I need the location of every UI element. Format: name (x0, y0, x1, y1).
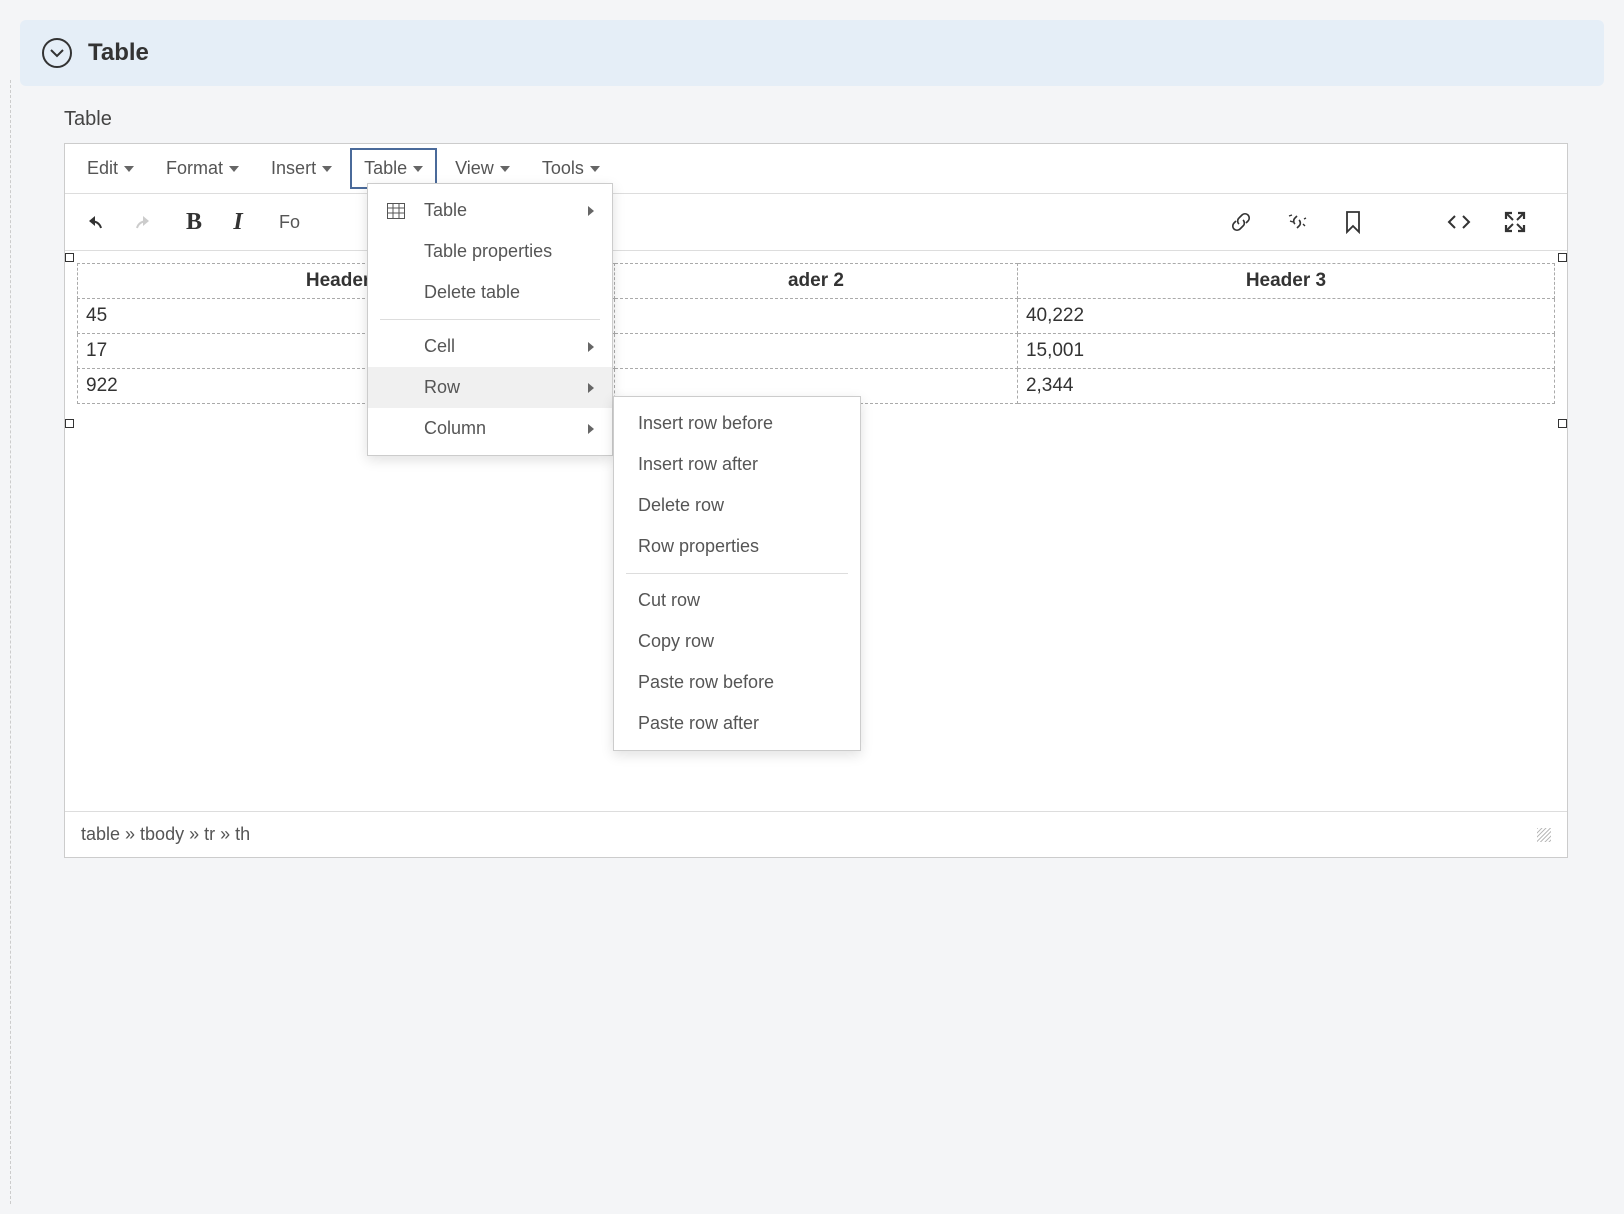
menubar-item-label: Tools (542, 158, 584, 179)
menubar-item-insert[interactable]: Insert (257, 148, 346, 189)
menu-item-label: Insert row after (638, 454, 758, 475)
menubar-item-label: Insert (271, 158, 316, 179)
element-path[interactable]: table » tbody » tr » th (81, 824, 250, 845)
menu-item-label: Paste row before (638, 672, 774, 693)
menu-item-delete-table[interactable]: Delete table (368, 272, 612, 313)
menu-item-paste-row-after[interactable]: Paste row after (614, 703, 860, 744)
menubar-item-label: Format (166, 158, 223, 179)
formats-dropdown[interactable]: Fo (273, 212, 306, 233)
menu-item-table-properties[interactable]: Table properties (368, 231, 612, 272)
table-header-cell[interactable]: Header 3 (1017, 264, 1554, 299)
menu-item-label: Row properties (638, 536, 759, 557)
rich-text-editor: Edit Format Insert Table View Tools (64, 143, 1568, 858)
redo-icon (131, 214, 151, 230)
menu-item-cut-row[interactable]: Cut row (614, 580, 860, 621)
table-row[interactable]: 45 40,222 (78, 299, 1555, 334)
bookmark-icon (1343, 210, 1363, 234)
panel-title: Table (88, 39, 149, 67)
caret-down-icon (322, 166, 332, 172)
resize-grip[interactable] (1537, 828, 1551, 842)
menu-item-insert-row-before[interactable]: Insert row before (614, 403, 860, 444)
menu-item-label: Cut row (638, 590, 700, 611)
content-table[interactable]: Header 1 ader 2 Header 3 45 40,222 17 15 (77, 263, 1555, 404)
menu-item-copy-row[interactable]: Copy row (614, 621, 860, 662)
formats-label: Fo (279, 212, 300, 232)
menu-item-delete-row[interactable]: Delete row (614, 485, 860, 526)
editor-content-area[interactable]: Header 1 ader 2 Header 3 45 40,222 17 15 (65, 251, 1567, 811)
menubar-item-label: View (455, 158, 494, 179)
selection-handle-br[interactable] (1558, 419, 1567, 428)
menu-item-label: Delete table (424, 282, 520, 303)
table-header-cell[interactable]: ader 2 (615, 264, 1018, 299)
field-label: Table (64, 108, 1568, 131)
menu-item-cell[interactable]: Cell (368, 326, 612, 367)
table-cell[interactable]: 40,222 (1017, 299, 1554, 334)
table-row[interactable]: 17 15,001 (78, 334, 1555, 369)
fullscreen-icon (1504, 211, 1526, 233)
menu-item-column[interactable]: Column (368, 408, 612, 449)
table-cell[interactable]: 15,001 (1017, 334, 1554, 369)
menubar-item-label: Table (364, 158, 407, 179)
source-code-button[interactable] (1441, 204, 1477, 240)
italic-button[interactable]: I (220, 204, 256, 240)
menu-item-table[interactable]: Table (368, 190, 612, 231)
chevron-right-icon (588, 342, 594, 352)
chevron-right-icon (588, 424, 594, 434)
menu-item-row[interactable]: Row (368, 367, 612, 408)
menu-item-label: Column (424, 418, 486, 439)
table-dropdown-menu: Table Table properties Delete table Cell… (367, 183, 613, 456)
menu-item-label: Paste row after (638, 713, 759, 734)
menu-item-label: Delete row (638, 495, 724, 516)
menu-item-label: Insert row before (638, 413, 773, 434)
menubar-item-format[interactable]: Format (152, 148, 253, 189)
editor-menubar: Edit Format Insert Table View Tools (65, 144, 1567, 194)
row-submenu: Insert row before Insert row after Delet… (613, 396, 861, 751)
caret-down-icon (590, 166, 600, 172)
table-grid-icon (386, 201, 406, 221)
table-cell[interactable]: 2,344 (1017, 369, 1554, 404)
unlink-icon (1286, 211, 1308, 233)
panel-toggle-button[interactable] (42, 38, 72, 68)
undo-icon (87, 214, 107, 230)
page-border-left (10, 80, 11, 1204)
insert-link-button[interactable] (1223, 204, 1259, 240)
anchor-button[interactable] (1335, 204, 1371, 240)
chevron-down-icon (50, 48, 64, 58)
menu-item-label: Table properties (424, 241, 552, 262)
menu-item-label: Row (424, 377, 460, 398)
menubar-item-label: Edit (87, 158, 118, 179)
chevron-right-icon (588, 206, 594, 216)
fullscreen-button[interactable] (1497, 204, 1533, 240)
menu-item-label: Cell (424, 336, 455, 357)
selection-handle-tl[interactable] (65, 253, 74, 262)
menu-item-label: Table (424, 200, 467, 221)
link-icon (1230, 211, 1252, 233)
redo-button[interactable] (123, 204, 159, 240)
panel-header: Table (20, 20, 1604, 86)
chevron-right-icon (588, 383, 594, 393)
caret-down-icon (124, 166, 134, 172)
code-icon (1447, 213, 1471, 231)
remove-link-button[interactable] (1279, 204, 1315, 240)
menu-item-label: Copy row (638, 631, 714, 652)
menu-separator (626, 573, 848, 574)
undo-button[interactable] (79, 204, 115, 240)
caret-down-icon (229, 166, 239, 172)
bold-button[interactable]: B (176, 204, 212, 240)
menu-separator (380, 319, 600, 320)
menu-item-paste-row-before[interactable]: Paste row before (614, 662, 860, 703)
editor-toolbar: B I Fo (65, 194, 1567, 251)
editor-statusbar: table » tbody » tr » th (65, 811, 1567, 857)
menu-item-row-properties[interactable]: Row properties (614, 526, 860, 567)
caret-down-icon (413, 166, 423, 172)
menu-item-insert-row-after[interactable]: Insert row after (614, 444, 860, 485)
selection-handle-bl[interactable] (65, 419, 74, 428)
menubar-item-edit[interactable]: Edit (73, 148, 148, 189)
selection-handle-tr[interactable] (1558, 253, 1567, 262)
table-cell[interactable] (615, 299, 1018, 334)
table-header-row[interactable]: Header 1 ader 2 Header 3 (78, 264, 1555, 299)
table-cell[interactable] (615, 334, 1018, 369)
caret-down-icon (500, 166, 510, 172)
